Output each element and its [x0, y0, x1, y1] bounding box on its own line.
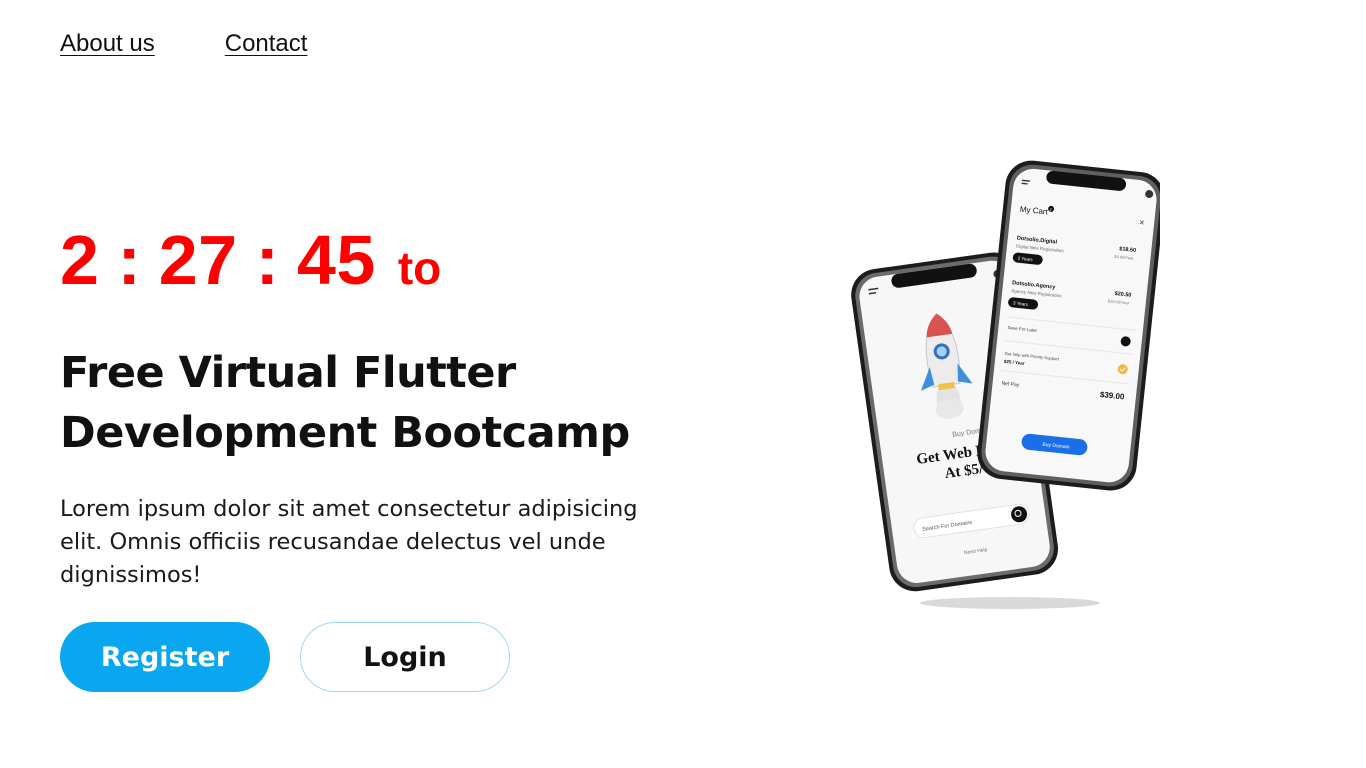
login-button[interactable]: Login	[300, 622, 510, 692]
hero-title: Free Virtual Flutter Development Bootcam…	[60, 348, 630, 458]
countdown-separator: :	[255, 221, 279, 299]
countdown-separator: :	[117, 221, 141, 299]
phone-front: My Cart 2 × Dotsolio.Digital Digital New…	[977, 160, 1160, 491]
countdown-seconds: 45	[296, 221, 376, 299]
landing-page: About us Contact 2 : 27 : 45 to Free Vir…	[0, 0, 1366, 768]
countdown-timer: 2 : 27 : 45 to	[60, 225, 780, 295]
nav-contact-link[interactable]: Contact	[225, 30, 308, 58]
phone-shadow	[920, 597, 1100, 609]
phones-illustration: Buy Domain Get Web Do At $5/ Search For …	[851, 160, 1160, 609]
top-nav: About us Contact	[60, 30, 307, 58]
register-button[interactable]: Register	[60, 622, 270, 692]
close-icon: ×	[1139, 217, 1145, 227]
countdown-hours: 2	[60, 221, 100, 299]
countdown-suffix: to	[397, 242, 442, 294]
hero-description: Lorem ipsum dolor sit amet consectetur a…	[60, 496, 638, 588]
countdown-minutes: 27	[158, 221, 238, 299]
hero-section: 2 : 27 : 45 to Free Virtual Flutter Deve…	[60, 225, 780, 692]
nav-about-link[interactable]: About us	[60, 30, 155, 58]
hero-buttons: Register Login	[60, 622, 780, 692]
